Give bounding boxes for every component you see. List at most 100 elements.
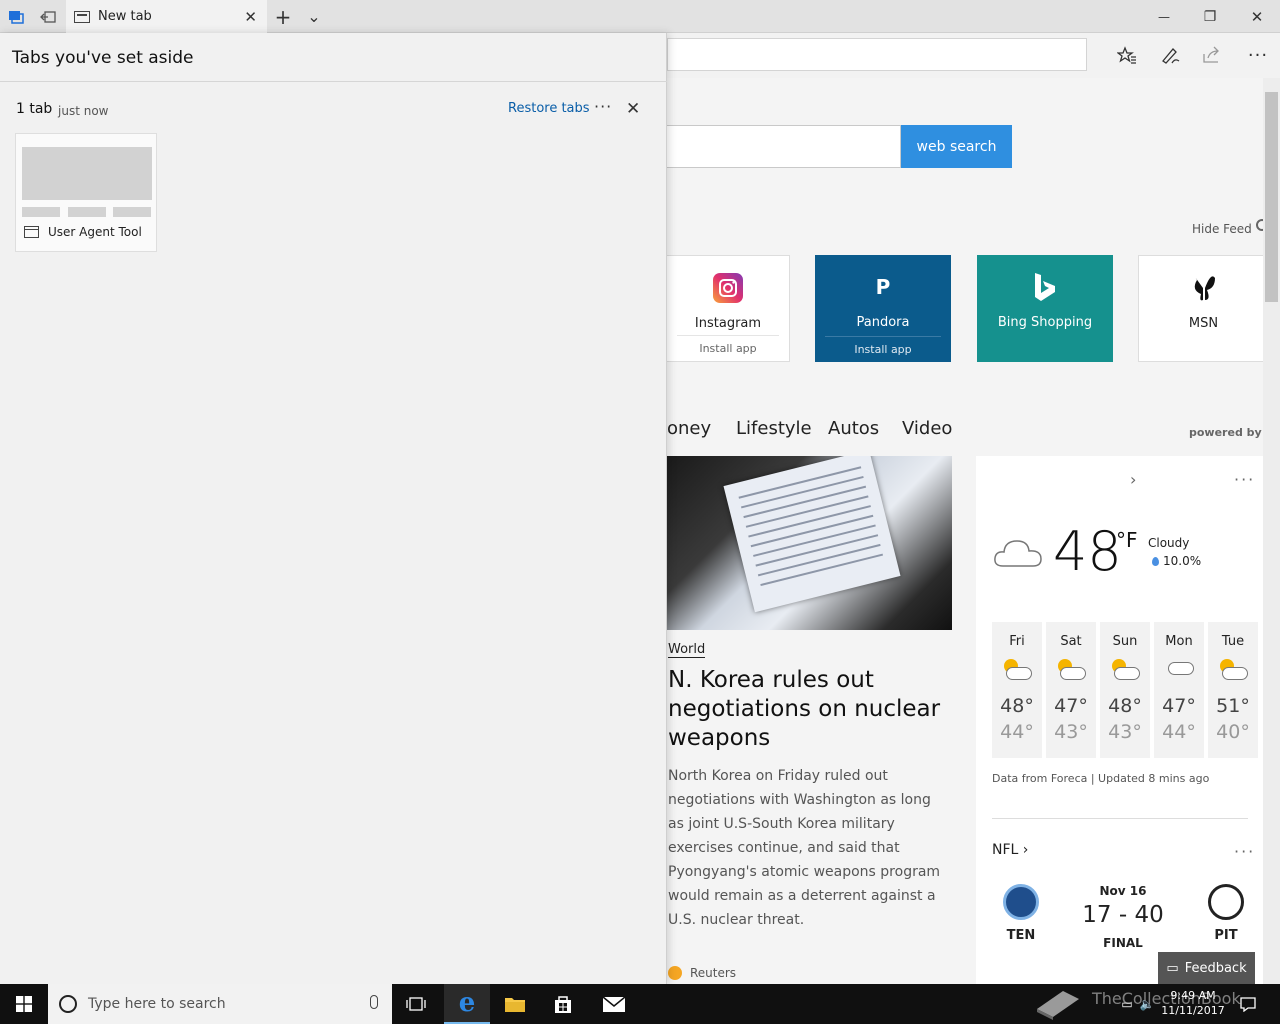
forecast-day-name: Fri (1009, 634, 1025, 649)
tile-name: Instagram (694, 316, 762, 331)
bing-icon (1029, 271, 1061, 303)
favorites-icon[interactable] (1114, 43, 1140, 67)
game-score[interactable]: 17 - 40 (1080, 902, 1166, 928)
category-money[interactable]: oney (667, 418, 711, 439)
mail-icon[interactable] (590, 984, 638, 1024)
team-home[interactable]: TEN (991, 884, 1051, 943)
cloud-icon (993, 534, 1043, 570)
address-input[interactable] (667, 38, 1087, 71)
news-source[interactable]: Reuters (668, 966, 736, 980)
tile-install-link[interactable]: Install app (825, 336, 941, 356)
book-tray-icon (1030, 984, 1086, 1024)
set-aside-tab-thumbnail[interactable]: User Agent Tool (15, 133, 157, 252)
tile-bing-shopping[interactable]: Bing Shopping (977, 255, 1113, 362)
current-temperature: 48 (1053, 520, 1122, 583)
action-center-icon[interactable] (1234, 984, 1262, 1024)
system-clock[interactable]: 9:49 AM 11/11/2017 (1158, 988, 1228, 1018)
task-view-icon[interactable] (394, 984, 438, 1024)
tile-msn[interactable]: MSN (1138, 255, 1268, 362)
forecast-high: 48° (1108, 695, 1142, 717)
tab-actions-icon[interactable] (0, 0, 32, 33)
temperature-unit[interactable]: °F (1116, 528, 1138, 552)
web-search-button[interactable]: web search (901, 125, 1012, 168)
category-lifestyle[interactable]: Lifestyle (736, 418, 812, 439)
tab-group-count: 1 tab (16, 101, 53, 117)
cortana-icon (59, 995, 77, 1013)
page-icon (24, 226, 39, 238)
team-away[interactable]: PIT (1196, 884, 1256, 943)
precipitation-value: 10.0% (1163, 554, 1202, 568)
web-search-input[interactable] (667, 125, 901, 168)
nfl-header[interactable]: NFL › (992, 842, 1028, 858)
group-close-icon[interactable]: ✕ (626, 99, 640, 119)
restore-tabs-link[interactable]: Restore tabs (508, 101, 590, 116)
news-source-name: Reuters (690, 966, 737, 980)
forecast-high: 51° (1216, 695, 1250, 717)
steelers-logo-icon (1208, 884, 1244, 920)
forecast-low: 44° (1000, 721, 1034, 743)
page-scrollbar[interactable] (1263, 78, 1280, 984)
category-autos[interactable]: Autos (828, 418, 879, 439)
close-window-button[interactable]: ✕ (1234, 0, 1280, 33)
tile-instagram[interactable]: Instagram Install app (667, 255, 790, 362)
rain-cloud-icon (1164, 659, 1194, 681)
forecast-day[interactable]: Tue 51° 40° (1208, 622, 1258, 758)
precipitation: 10.0% (1152, 554, 1201, 568)
tile-name: Bing Shopping (997, 315, 1093, 330)
maximize-button[interactable]: ❐ (1188, 0, 1232, 33)
file-explorer-icon[interactable] (492, 984, 538, 1024)
tab-new-tab[interactable]: New tab ✕ (66, 0, 267, 33)
chevron-right-icon[interactable]: › (1130, 470, 1136, 489)
weather-more-icon[interactable]: ··· (1234, 470, 1255, 489)
start-windows-icon[interactable] (0, 984, 48, 1024)
weather-source[interactable]: Data from Foreca | Updated 8 mins ago (992, 772, 1209, 785)
address-toolbar: ··· (667, 33, 1280, 78)
minimize-button[interactable]: — (1142, 0, 1186, 33)
group-more-icon[interactable]: ··· (594, 97, 612, 116)
news-category[interactable]: World (668, 642, 706, 658)
edge-taskbar-icon[interactable]: e (444, 984, 490, 1024)
scrollbar-thumb[interactable] (1265, 92, 1278, 302)
team-abbr: TEN (1006, 928, 1036, 943)
tile-pandora[interactable]: P Pandora Install app (815, 255, 951, 362)
tab-list-chevron-icon[interactable]: ⌄ (302, 0, 326, 33)
reuters-icon (668, 966, 682, 980)
set-aside-tabs-icon[interactable] (32, 0, 64, 33)
partly-sunny-icon (1218, 659, 1248, 681)
forecast-day[interactable]: Sun 48° 43° (1100, 622, 1150, 758)
forecast-list: Fri 48° 44° Sat 47° 43° Sun 48° 43° Mon … (992, 622, 1258, 758)
tab-title: New tab (98, 9, 152, 24)
forecast-day[interactable]: Sat 47° 43° (1046, 622, 1096, 758)
nfl-more-icon[interactable]: ··· (1234, 842, 1255, 861)
search-placeholder: Type here to search (88, 996, 226, 1012)
new-tab-button[interactable]: + (270, 0, 296, 33)
divider (0, 81, 667, 82)
forecast-day[interactable]: Mon 47° 44° (1154, 622, 1204, 758)
instagram-icon (712, 272, 744, 304)
tab-close-icon[interactable]: ✕ (244, 8, 257, 26)
microphone-icon[interactable] (370, 995, 378, 1009)
weather-condition: Cloudy (1148, 536, 1190, 550)
thumbnail-title: User Agent Tool (48, 225, 142, 239)
more-icon[interactable]: ··· (1245, 43, 1271, 67)
store-icon[interactable] (540, 984, 586, 1024)
tab-group-time: just now (58, 104, 109, 118)
share-icon[interactable] (1199, 43, 1225, 67)
raindrop-icon (1152, 556, 1159, 566)
volume-icon[interactable]: 🔈 (1138, 984, 1156, 1024)
forecast-day-name: Sat (1060, 634, 1082, 649)
edge-icon: e (458, 988, 476, 1018)
news-image[interactable] (667, 456, 952, 630)
network-icon[interactable]: ▭ (1118, 984, 1136, 1024)
tile-name: MSN (1188, 316, 1219, 331)
pen-icon[interactable] (1157, 43, 1183, 67)
feedback-button[interactable]: ▭ Feedback (1158, 952, 1255, 984)
tile-install-link[interactable]: Install app (677, 335, 779, 355)
hide-feed-link[interactable]: Hide Feed (1192, 222, 1252, 236)
taskbar-search-input[interactable]: Type here to search (48, 984, 392, 1024)
thumbnail-label: User Agent Tool (24, 225, 142, 239)
partly-sunny-icon (1002, 659, 1032, 681)
category-video[interactable]: Video (902, 418, 952, 439)
news-headline[interactable]: N. Korea rules out negotiations on nucle… (668, 666, 948, 753)
forecast-day[interactable]: Fri 48° 44° (992, 622, 1042, 758)
